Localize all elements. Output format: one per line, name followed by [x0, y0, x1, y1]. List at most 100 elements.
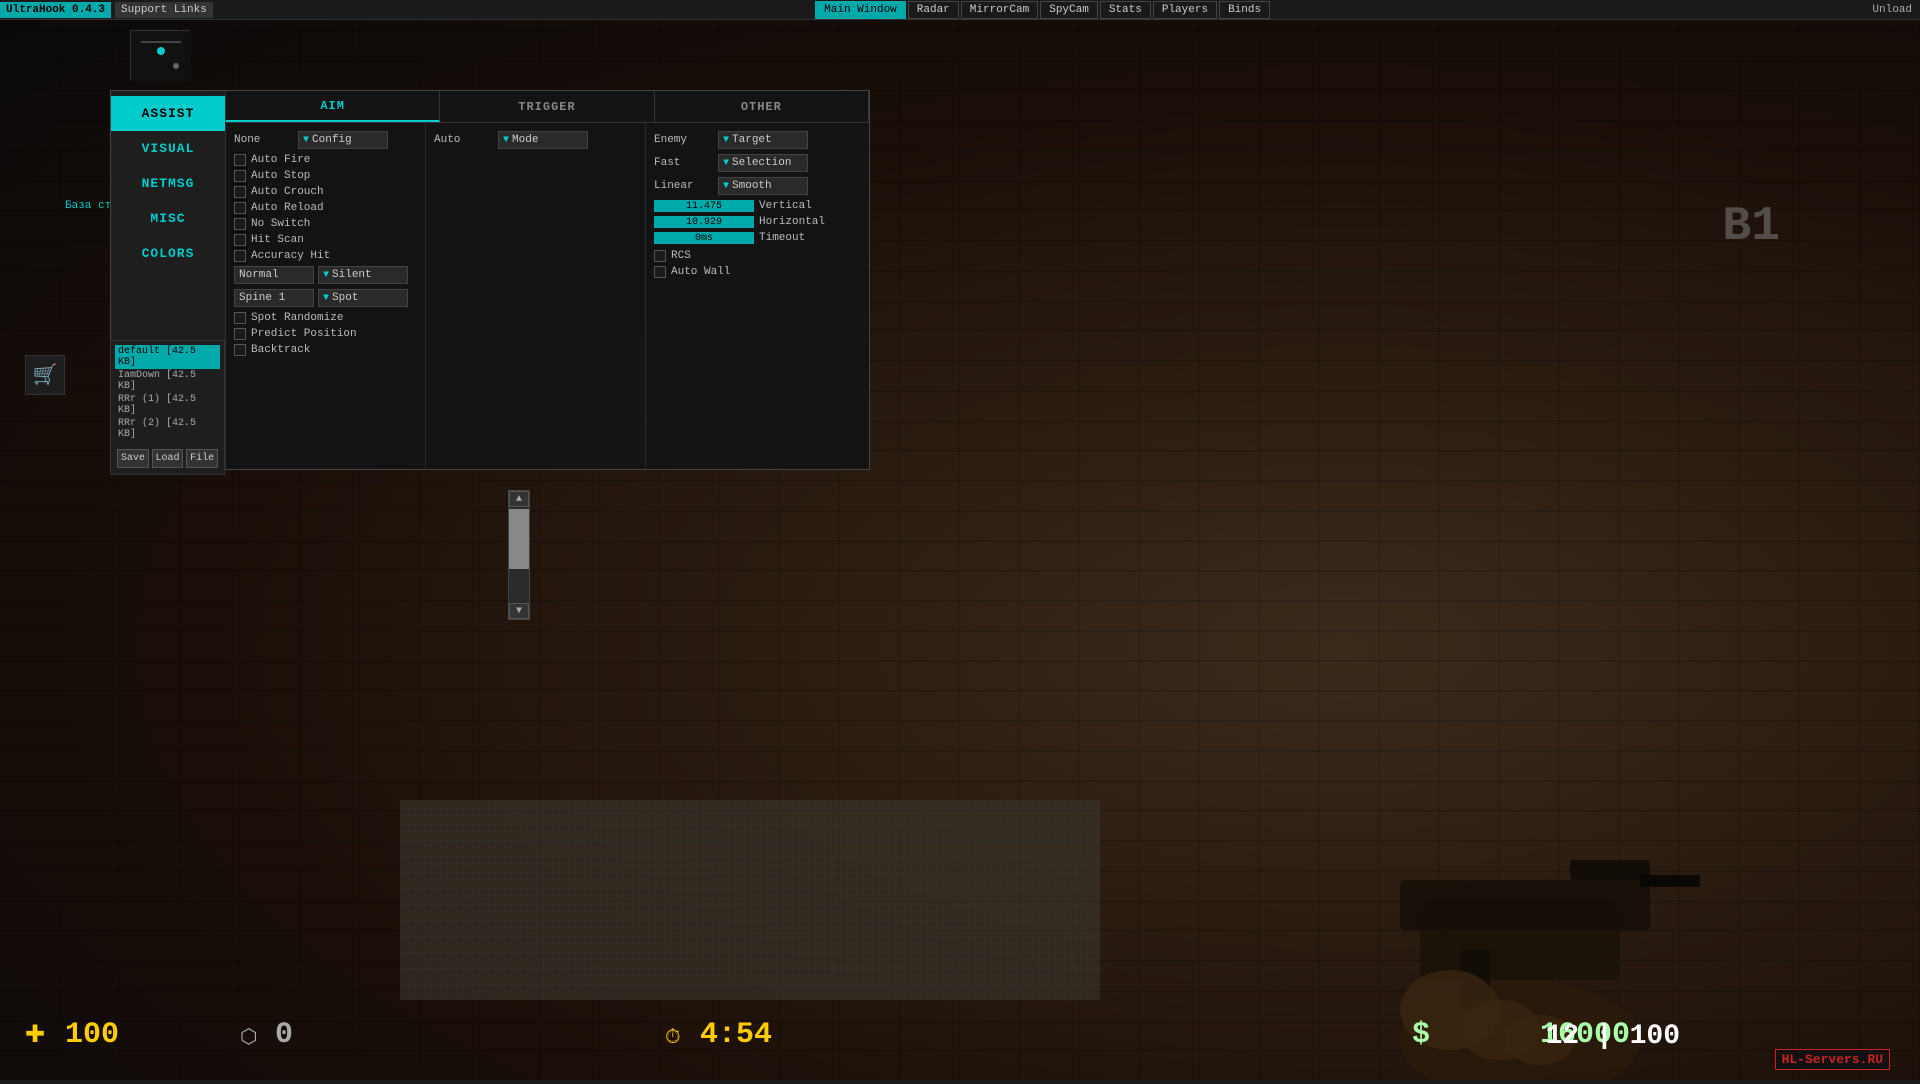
normal-label: Normal	[239, 269, 279, 281]
topbar: UltraHook 0.4.3 Support Links Main Windo…	[0, 0, 1920, 20]
spotrandomize-checkbox[interactable]	[234, 312, 246, 324]
autoreload-label: Auto Reload	[251, 202, 324, 214]
autowall-checkbox[interactable]	[654, 266, 666, 278]
hud-health: 100	[65, 1018, 119, 1052]
autoreload-row: Auto Reload	[234, 202, 417, 214]
floor-grating	[400, 800, 1100, 1000]
trigger-mode-dropdown[interactable]: ▼ Mode	[498, 131, 588, 149]
spine-spot-row: Spine 1 ▼ Spot	[234, 289, 417, 307]
load-button[interactable]: Load	[152, 449, 184, 468]
predictposition-label: Predict Position	[251, 328, 357, 340]
tab-stats[interactable]: Stats	[1100, 1, 1151, 19]
spine-dropdown[interactable]: Spine 1	[234, 289, 314, 307]
noswitch-label: No Switch	[251, 218, 310, 230]
hl-servers-logo: HL-Servers.RU	[1775, 1049, 1890, 1070]
accuracyhit-label: Accuracy Hit	[251, 250, 330, 262]
sidebar-item-colors[interactable]: COLORS	[111, 236, 225, 271]
scrollbar[interactable]: ▲ ▼	[508, 490, 530, 620]
timeout-value-bar[interactable]: 0ms	[654, 232, 754, 244]
config-file-rrr2[interactable]: RRr (2) [42.5 KB]	[115, 417, 220, 441]
tab-players[interactable]: Players	[1153, 1, 1217, 19]
accuracyhit-checkbox[interactable]	[234, 250, 246, 262]
spotrandomize-label: Spot Randomize	[251, 312, 343, 324]
silent-arrow: ▼	[323, 270, 329, 281]
tab-main-window[interactable]: Main Window	[815, 1, 906, 19]
timeout-label: Timeout	[759, 232, 805, 244]
hitscan-checkbox[interactable]	[234, 234, 246, 246]
sidebar-item-misc[interactable]: MISC	[111, 201, 225, 236]
config-dropdown-arrow: ▼	[303, 135, 309, 146]
tab-radar[interactable]: Radar	[908, 1, 959, 19]
save-button[interactable]: Save	[117, 449, 149, 468]
vertical-row: 11.475 Vertical	[654, 200, 861, 212]
rcs-row: RCS	[654, 250, 861, 262]
accuracyhit-row: Accuracy Hit	[234, 250, 417, 262]
scroll-thumb[interactable]	[509, 509, 529, 569]
timer-icon: ⏱	[665, 1026, 681, 1050]
backtrack-checkbox[interactable]	[234, 344, 246, 356]
mode-arrow: ▼	[503, 135, 509, 146]
autocrouch-row: Auto Crouch	[234, 186, 417, 198]
config-section: default [42.5 KB] IamDown [42.5 KB] RRr …	[110, 340, 225, 475]
target-label: Target	[732, 134, 772, 146]
normal-dropdown[interactable]: Normal	[234, 266, 314, 284]
vertical-value-bar[interactable]: 11.475	[654, 200, 754, 212]
enemy-target-row: Enemy ▼ Target	[654, 131, 861, 149]
hitscan-label: Hit Scan	[251, 234, 304, 246]
autostop-checkbox[interactable]	[234, 170, 246, 182]
autocrouch-checkbox[interactable]	[234, 186, 246, 198]
spine-label: Spine 1	[239, 292, 285, 304]
cart-icon[interactable]: 🛒	[25, 355, 65, 395]
wall-label: B1	[1722, 200, 1780, 254]
aim-config-row: None ▼ Config	[234, 131, 417, 149]
silent-dropdown[interactable]: ▼ Silent	[318, 266, 408, 284]
rcs-checkbox[interactable]	[654, 250, 666, 262]
selection-dropdown[interactable]: ▼ Selection	[718, 154, 808, 172]
spot-label: Spot	[332, 292, 358, 304]
mode-label: Mode	[512, 134, 538, 146]
content-body: None ▼ Config Auto Fire Auto Stop Aut	[226, 123, 869, 469]
predictposition-checkbox[interactable]	[234, 328, 246, 340]
health-icon: ✚	[25, 1020, 45, 1050]
scroll-down-button[interactable]: ▼	[509, 603, 529, 619]
spot-arrow: ▼	[323, 293, 329, 304]
unload-button[interactable]: Unload	[1864, 2, 1920, 18]
main-tab-other[interactable]: OTHER	[655, 91, 869, 122]
smooth-dropdown[interactable]: ▼ Smooth	[718, 177, 808, 195]
aim-section: None ▼ Config Auto Fire Auto Stop Aut	[226, 123, 426, 469]
aim-config-dropdown[interactable]: ▼ Config	[298, 131, 388, 149]
scroll-up-button[interactable]: ▲	[509, 491, 529, 507]
sidebar-item-netmsg[interactable]: NETMSG	[111, 166, 225, 201]
config-file-rrr1[interactable]: RRr (1) [42.5 KB]	[115, 393, 220, 417]
armor-icon: ⬡	[240, 1024, 257, 1050]
sidebar-item-visual[interactable]: VISUAL	[111, 131, 225, 166]
spotrandomize-row: Spot Randomize	[234, 312, 417, 324]
linear-smooth-row: Linear ▼ Smooth	[654, 177, 861, 195]
autofire-checkbox[interactable]	[234, 154, 246, 166]
app-logo: UltraHook 0.4.3	[0, 2, 111, 18]
main-tab-aim[interactable]: AIM	[226, 91, 440, 122]
dollar-sign: $	[1412, 1018, 1430, 1052]
autofire-row: Auto Fire	[234, 154, 417, 166]
horizontal-value-bar[interactable]: 10.929	[654, 216, 754, 228]
autostop-label: Auto Stop	[251, 170, 310, 182]
config-file-default[interactable]: default [42.5 KB]	[115, 345, 220, 369]
enemy-label: Enemy	[654, 134, 714, 146]
hud-armor: 0	[275, 1018, 293, 1052]
tab-spycam[interactable]: SpyCam	[1040, 1, 1098, 19]
spot-dropdown[interactable]: ▼ Spot	[318, 289, 408, 307]
sidebar-item-assist[interactable]: ASSIST	[111, 96, 225, 131]
file-button[interactable]: File	[186, 449, 218, 468]
autostop-row: Auto Stop	[234, 170, 417, 182]
autoreload-checkbox[interactable]	[234, 202, 246, 214]
noswitch-checkbox[interactable]	[234, 218, 246, 230]
autofire-label: Auto Fire	[251, 154, 310, 166]
target-dropdown[interactable]: ▼ Target	[718, 131, 808, 149]
tab-binds[interactable]: Binds	[1219, 1, 1270, 19]
main-tab-trigger[interactable]: TRIGGER	[440, 91, 654, 122]
tab-mirrorcam[interactable]: MirrorCam	[961, 1, 1038, 19]
config-file-iamdown[interactable]: IamDown [42.5 KB]	[115, 369, 220, 393]
tab-header: AIM TRIGGER OTHER	[226, 91, 869, 123]
config-buttons: Save Load File	[115, 447, 220, 470]
support-links-button[interactable]: Support Links	[115, 2, 213, 18]
